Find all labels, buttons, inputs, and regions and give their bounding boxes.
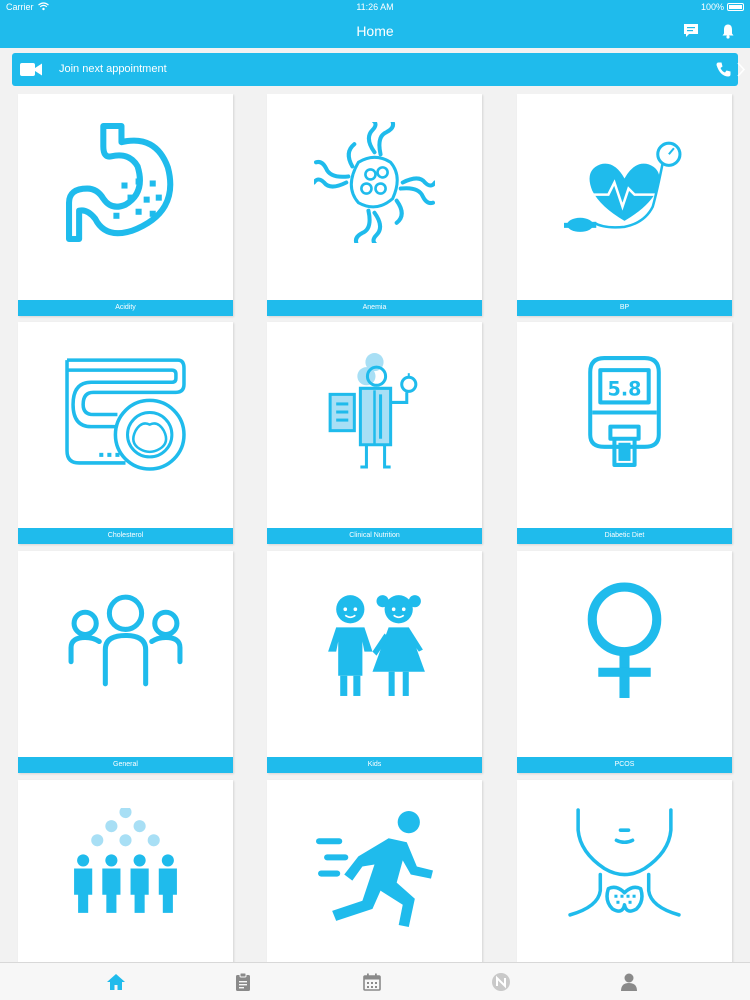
runner-icon bbox=[316, 811, 433, 927]
join-appointment-label: Join next appointment bbox=[59, 63, 167, 75]
phone-icon[interactable] bbox=[715, 61, 732, 78]
tile-community[interactable] bbox=[18, 780, 233, 962]
category-grid: Acidity Anemia BP Cholesterol Clinical N… bbox=[0, 94, 750, 962]
battery-icon bbox=[727, 3, 744, 11]
chat-icon[interactable] bbox=[683, 23, 699, 39]
tab-bar bbox=[0, 962, 750, 1000]
status-bar: Carrier 11:26 AM 100% bbox=[0, 0, 750, 14]
tile-label: PCOS bbox=[517, 757, 732, 773]
tile-thyroid[interactable] bbox=[517, 780, 732, 962]
tile-diabetic-diet[interactable]: 5.8 Diabetic Diet bbox=[517, 322, 732, 544]
battery-percent: 100% bbox=[700, 2, 724, 12]
thyroid-icon bbox=[568, 808, 681, 917]
crowd-icon bbox=[74, 808, 177, 913]
tile-label: Anemia bbox=[267, 300, 482, 316]
tile-fitness[interactable] bbox=[267, 780, 482, 962]
glucometer-icon: 5.8 bbox=[588, 356, 661, 467]
tile-clinical-nutrition[interactable]: Clinical Nutrition bbox=[267, 322, 482, 544]
heart-pressure-gauge-icon bbox=[564, 141, 682, 232]
kids-icon bbox=[328, 595, 425, 696]
chevron-right-icon[interactable] bbox=[736, 61, 746, 78]
glucose-reading: 5.8 bbox=[608, 377, 642, 400]
tile-kids[interactable]: Kids bbox=[267, 551, 482, 773]
tile-label: BP bbox=[517, 300, 732, 316]
clock: 11:26 AM bbox=[356, 2, 394, 12]
female-symbol-icon bbox=[587, 582, 662, 698]
nav-bar: Home bbox=[0, 14, 750, 48]
people-group-icon bbox=[68, 594, 183, 687]
join-appointment-bar[interactable]: Join next appointment bbox=[12, 53, 746, 86]
tile-cholesterol[interactable]: Cholesterol bbox=[18, 322, 233, 544]
tile-label: Diabetic Diet bbox=[517, 528, 732, 544]
tile-label: Acidity bbox=[18, 300, 233, 316]
bell-icon[interactable] bbox=[720, 23, 736, 39]
nutritionist-icon bbox=[328, 353, 418, 469]
tile-label: General bbox=[18, 757, 233, 773]
home-icon[interactable] bbox=[106, 972, 126, 992]
nutrition-logo-icon[interactable] bbox=[491, 972, 511, 992]
clipboard-icon[interactable] bbox=[233, 972, 253, 992]
tile-bp[interactable]: BP bbox=[517, 94, 732, 316]
tile-anemia[interactable]: Anemia bbox=[267, 94, 482, 316]
tile-pcos[interactable]: PCOS bbox=[517, 551, 732, 773]
tile-general[interactable]: General bbox=[18, 551, 233, 773]
blood-cells-icon bbox=[314, 122, 435, 243]
video-camera-icon bbox=[20, 63, 42, 76]
tile-label: Kids bbox=[267, 757, 482, 773]
page-title: Home bbox=[356, 23, 394, 39]
tile-acidity[interactable]: Acidity bbox=[18, 94, 233, 316]
tile-label: Clinical Nutrition bbox=[267, 528, 482, 544]
stomach-icon bbox=[66, 123, 174, 242]
profile-icon[interactable] bbox=[619, 972, 639, 992]
artery-icon bbox=[65, 358, 186, 471]
calendar-icon[interactable] bbox=[362, 972, 382, 992]
tile-label: Cholesterol bbox=[18, 528, 233, 544]
